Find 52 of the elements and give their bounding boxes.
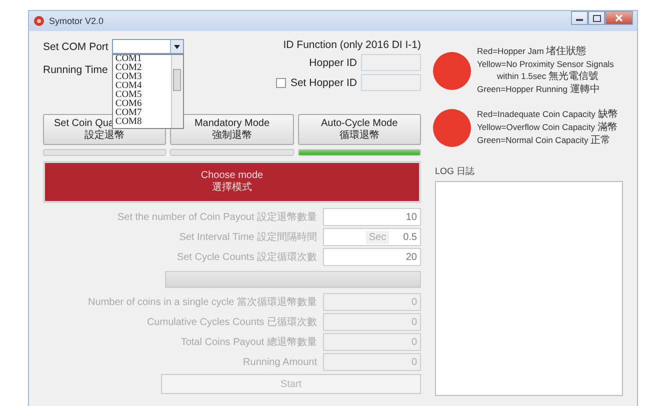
com-port-label: Set COM Port xyxy=(43,40,108,52)
maximize-icon xyxy=(592,14,600,22)
setting-value: 20 xyxy=(406,252,417,262)
legend-text: Green=Hopper Running 運轉中 xyxy=(477,83,601,96)
legend-text: Yellow=No Proximity Sensor Signals xyxy=(477,58,614,70)
close-icon xyxy=(615,14,623,22)
setting-label: Set the number of Coin Payout 設定退幣數量 xyxy=(116,210,317,224)
legend-text: Green=Normal Coin Capacity 正常 xyxy=(477,134,612,147)
setting-input[interactable]: Sec 0.5 xyxy=(323,228,421,246)
hopper-id-label: Hopper ID xyxy=(309,56,357,68)
legend-text: within 1.5sec 無光電信號 xyxy=(496,70,600,83)
unit-label: Sec xyxy=(366,230,390,244)
window-title: Symotor V2.0 xyxy=(49,16,105,26)
setting-value: 10 xyxy=(406,212,417,222)
dropdown-option[interactable]: COM3 xyxy=(113,73,172,82)
stat-field: 0 xyxy=(323,313,421,331)
setting-input[interactable]: 20 xyxy=(323,248,421,266)
mode-button[interactable]: Auto-Cycle Mode 循環退幣 xyxy=(298,114,421,145)
scrollbar[interactable] xyxy=(171,55,184,128)
running-time-label: Running Time xyxy=(43,64,108,76)
minimize-button[interactable] xyxy=(571,11,588,25)
app-logo-icon xyxy=(33,15,45,27)
stat-label: Running Amount xyxy=(242,356,317,368)
stat-field: 0 xyxy=(323,333,421,351)
legend-text: Yellow=Overflow Coin Capacity 滿幣 xyxy=(477,121,618,134)
setting-label: Set Cycle Counts 設定循環次數 xyxy=(176,250,317,264)
set-hopper-id-label: Set Hopper ID xyxy=(290,76,357,88)
legend-text: Red=Hopper Jam 堵住狀態 xyxy=(477,45,588,58)
stat-field: 0 xyxy=(323,353,421,371)
stat-label: Total Coins Payout 總退幣數量 xyxy=(180,336,317,349)
hopper-id-field[interactable] xyxy=(361,54,421,71)
stat-label: Cumulative Cycles Counts 已循環次數 xyxy=(146,316,317,329)
mode-button[interactable]: Mandatory Mode 強制退幣 xyxy=(170,114,294,145)
setting-label: Set Interval Time 設定間隔時間 xyxy=(178,230,317,244)
stat-label: Number of coins in a single cycle 當次循環退幣數量 xyxy=(87,296,317,309)
dropdown-option[interactable]: COM5 xyxy=(113,91,172,100)
dropdown-option[interactable]: COM6 xyxy=(113,100,172,109)
maximize-button[interactable] xyxy=(588,11,605,25)
dropdown-option[interactable]: COM2 xyxy=(113,64,172,73)
choose-mode-button[interactable]: Choose mode 選擇模式 xyxy=(43,161,421,203)
log-label: LOG 日誌 xyxy=(435,165,476,178)
caret-icon xyxy=(174,44,180,48)
set-hopper-id-checkbox[interactable] xyxy=(276,78,286,88)
setting-input[interactable]: 10 xyxy=(323,208,421,226)
set-hopper-id-field[interactable] xyxy=(361,74,421,91)
stat-field: 0 xyxy=(323,293,421,311)
close-button[interactable] xyxy=(605,11,633,25)
legend-text: Red=Inadequate Coin Capacity 缺幣 xyxy=(477,108,618,121)
dropdown-option[interactable]: COM4 xyxy=(113,82,172,91)
id-function-title: ID Function (only 2016 DI I-1) xyxy=(283,39,421,51)
dropdown-option[interactable]: COM1 xyxy=(113,55,172,64)
setting-value: 0.5 xyxy=(403,232,417,242)
